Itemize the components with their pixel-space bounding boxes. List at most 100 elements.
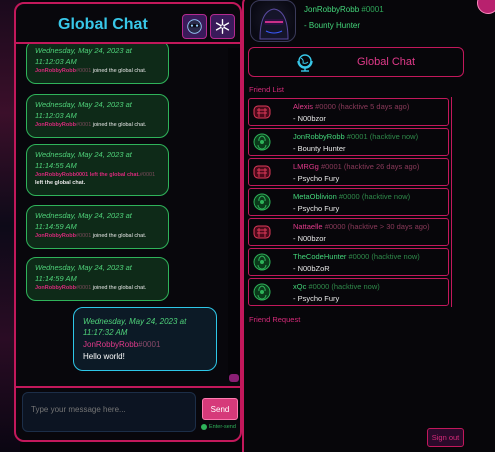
friend-status: (hacktive 26 days ago) — [343, 162, 420, 171]
chat-scrollbar-thumb[interactable] — [229, 374, 239, 382]
friend-tag: #0001 — [346, 132, 368, 141]
friend-request-heading: Friend Request — [249, 315, 301, 324]
message-action: joined the global chat. — [91, 233, 147, 239]
send-button[interactable]: Send — [202, 398, 238, 420]
message-timestamp: Wednesday, May 24, 2023 at 11:14:59 AM — [35, 211, 132, 231]
message-author-tag: #0001 — [75, 122, 92, 128]
friend-status: (hacktive now) — [331, 282, 380, 291]
message-input[interactable] — [22, 392, 196, 432]
message-composer: Send Enter-send — [16, 386, 240, 440]
message-author-tag: #0001 — [139, 172, 156, 178]
sign-out-button[interactable]: Sign out — [427, 428, 464, 447]
enter-send-label: Enter-send — [209, 424, 236, 430]
friend-title: - N00bzor — [293, 234, 326, 243]
message-author-tag: #0001 — [75, 68, 92, 74]
chat-panel: Global Chat Wednesday, May 24, 2023 at 1… — [14, 2, 242, 442]
friend-status: (hacktive 5 days ago) — [338, 102, 410, 111]
friend-item[interactable]: Nattaelle #0000 (hacktive > 30 days ago)… — [248, 218, 449, 246]
profile-tag: #0001 — [361, 5, 384, 14]
friend-name: MetaOblivion — [293, 192, 337, 201]
friend-item[interactable]: xQc #0000 (hacktive now) - Psycho Fury — [248, 278, 449, 306]
settings-button[interactable] — [210, 14, 235, 39]
agent-mask-button[interactable] — [182, 14, 207, 39]
message-action: joined the global chat. — [91, 68, 147, 74]
friend-name-line: JonRobbyRobb #0001 (hacktive now) — [293, 132, 418, 141]
friend-name-line: MetaOblivion #0000 (hacktive now) — [293, 192, 410, 201]
friend-status: (hacktive > 30 days ago) — [347, 222, 430, 231]
friend-name: JonRobbyRobb — [293, 132, 345, 141]
mask-icon — [187, 19, 202, 34]
friend-tag: #0000 — [315, 102, 336, 111]
friend-status: (hacktive now) — [369, 132, 419, 141]
friend-name: LMRGg — [293, 162, 319, 171]
message-bubble: Wednesday, May 24, 2023 at 11:14:59 AM J… — [26, 257, 169, 301]
friend-tag: #0000 — [308, 282, 330, 291]
biohazard-icon — [253, 253, 271, 271]
friend-list-heading: Friend List — [249, 85, 285, 94]
friend-item[interactable]: Alexis #0000 (hacktive 5 days ago) - N00… — [248, 98, 449, 126]
friend-title: - Psycho Fury — [293, 204, 340, 213]
chat-header: Global Chat — [16, 4, 240, 44]
message-action: joined the global chat. — [91, 122, 147, 128]
friend-item[interactable]: LMRGg #0001 (hacktive 26 days ago) - Psy… — [248, 158, 449, 186]
message-author: JonRobbyRobb — [83, 340, 139, 349]
friend-tag: #0000 — [338, 192, 360, 201]
friend-item[interactable]: JonRobbyRobb #0001 (hacktive now) - Boun… — [248, 128, 449, 156]
friend-name: Nattaelle — [293, 222, 323, 231]
friend-tag: #0001 — [320, 162, 342, 171]
friend-status: (hacktive now) — [361, 192, 411, 201]
profile-title: - Bounty Hunter — [304, 21, 361, 30]
friend-name-line: Nattaelle #0000 (hacktive > 30 days ago) — [293, 222, 430, 231]
message-author: JonRobbyRobb — [35, 285, 76, 291]
chat-scrollbar[interactable] — [228, 48, 240, 380]
message-body: JonRobbyRobb#0001 joined the global chat… — [35, 232, 160, 240]
message-action: left the global chat. — [35, 180, 86, 186]
avatar[interactable] — [250, 0, 296, 42]
message-author-tag: #0001 — [138, 340, 161, 349]
friend-name-line: LMRGg #0001 (hacktive 26 days ago) — [293, 162, 419, 171]
message-timestamp: Wednesday, May 24, 2023 at 11:14:59 AM — [35, 263, 132, 283]
message-author-tag: #0001 — [75, 285, 92, 291]
message-bubble: Wednesday, May 24, 2023 at 11:12:03 AM J… — [26, 44, 169, 84]
message-author: JonRobbyRobb — [35, 68, 76, 74]
message-bubble: Wednesday, May 24, 2023 at 11:12:03 AM J… — [26, 94, 169, 138]
my-message-bubble: Wednesday, May 24, 2023 at 11:17:32 AM J… — [73, 307, 217, 371]
friend-tag: #0000 — [348, 252, 370, 261]
biohazard-icon — [253, 283, 271, 301]
message-author: JonRobbyRobb — [35, 122, 76, 128]
friend-tag: #0000 — [324, 222, 346, 231]
message-author-line: JonRobbyRobb#0001 — [83, 339, 207, 351]
message-body: JonRobbyRobb#0001 joined the global chat… — [35, 284, 160, 292]
message-action: joined the global chat. — [91, 285, 147, 291]
friend-title: - Psycho Fury — [293, 294, 340, 303]
friend-title: - N00bZoR — [293, 264, 330, 273]
friend-title: - N00bzor — [293, 114, 326, 123]
message-bubble: Wednesday, May 24, 2023 at 11:14:59 AM J… — [26, 205, 169, 249]
profile-name: JonRobbyRobb — [304, 5, 360, 14]
message-timestamp: Wednesday, May 24, 2023 at 11:12:03 AM — [35, 100, 132, 120]
enter-send-toggle[interactable]: Enter-send — [201, 424, 236, 430]
friend-name: xQc — [293, 282, 307, 291]
friend-item[interactable]: TheCodeHunter #0000 (hacktive now) - N00… — [248, 248, 449, 276]
message-timestamp: Wednesday, May 24, 2023 at 11:14:55 AM — [35, 150, 132, 170]
message-author: JonRobbyRobb — [35, 233, 76, 239]
message-timestamp: Wednesday, May 24, 2023 at 11:17:32 AM — [83, 317, 187, 337]
global-chat-button[interactable]: Global Chat — [248, 47, 464, 77]
message-bubble: Wednesday, May 24, 2023 at 11:14:55 AM J… — [26, 144, 169, 196]
message-body: JonRobbyRobb0001 left the global chat.#0… — [35, 171, 160, 187]
message-author: JonRobbyRobb0001 left the global chat. — [35, 172, 140, 178]
friend-title: - Bounty Hunter — [293, 144, 346, 153]
brain-icon — [253, 105, 271, 119]
friend-name-line: Alexis #0000 (hacktive 5 days ago) — [293, 102, 409, 111]
friend-list-scrollbar[interactable] — [451, 97, 463, 307]
globe-icon — [297, 54, 313, 72]
brain-icon — [253, 225, 271, 239]
toggle-dot-icon — [201, 424, 207, 430]
friend-item[interactable]: MetaOblivion #0000 (hacktive now) - Psyc… — [248, 188, 449, 216]
friend-name-line: xQc #0000 (hacktive now) — [293, 282, 380, 291]
message-text: Hello world! — [83, 352, 125, 361]
brain-icon — [253, 165, 271, 179]
biohazard-icon — [253, 133, 271, 151]
friend-status: (hacktive now) — [371, 252, 420, 261]
friend-name: Alexis — [293, 102, 314, 111]
